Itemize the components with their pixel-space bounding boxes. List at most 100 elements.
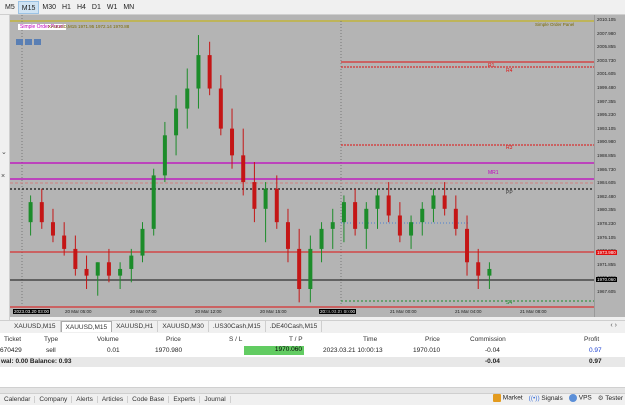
candle-body — [84, 268, 89, 276]
cell-cur-price: 1970.010 — [413, 347, 441, 354]
header-profit[interactable]: Profit — [584, 336, 599, 343]
cell-tp[interactable]: 1970.060 — [244, 346, 304, 355]
timeframe-m15[interactable]: M15 — [17, 0, 40, 14]
toolbox-tab-articles[interactable]: Articles — [98, 396, 129, 403]
vps-icon — [568, 394, 577, 402]
header-time[interactable]: Time — [363, 336, 377, 343]
candle-body — [106, 262, 111, 276]
cell-profit: 0.97 — [589, 347, 602, 354]
header-tp[interactable]: T / P — [289, 336, 303, 343]
header-price[interactable]: Price — [166, 336, 181, 343]
candle-body — [319, 228, 324, 249]
toolbox-tab-code-base[interactable]: Code Base — [128, 396, 170, 403]
price-tick-label: 1984.605 — [597, 180, 616, 186]
timeframe-h1[interactable]: H1 — [59, 1, 74, 14]
chart-mini-button[interactable] — [16, 39, 23, 45]
time-tick-label: 21 Mar 04:00 — [455, 309, 482, 314]
toolbox-tab-experts[interactable]: Experts — [169, 396, 201, 403]
header-ticket[interactable]: Ticket — [4, 336, 21, 343]
chart-canvas — [10, 15, 594, 308]
timeframe-toolbar: M5 M15 M30 H1 H4 D1 W1 MN — [0, 0, 625, 15]
candle-body — [140, 228, 145, 256]
first-time-label: 2023.03.20 03:00 — [13, 309, 51, 314]
close-icon[interactable]: × — [1, 173, 5, 180]
candle-body — [476, 262, 481, 276]
vps-link[interactable]: VPS — [568, 394, 592, 402]
chevron-down-icon[interactable]: ⌄ — [1, 148, 7, 156]
candle-body — [375, 195, 380, 209]
balance-row: wal: 0.00 Balance: 0.93 -0.04 0.97 — [0, 357, 625, 367]
market-icon — [492, 394, 501, 402]
toolbox-tab-calendar[interactable]: Calendar — [0, 396, 36, 403]
chart-tab[interactable]: XAUUSD,M30 — [158, 321, 209, 332]
candle-body — [386, 195, 391, 216]
chart-tab[interactable]: .DE40Cash,M15 — [266, 321, 323, 332]
timeframe-mn[interactable]: MN — [120, 1, 137, 14]
candle-body — [442, 195, 447, 209]
price-tick-label: 1982.480 — [597, 193, 616, 199]
chart-tab[interactable]: XAUUSD,M15 — [60, 321, 113, 332]
signals-icon: ((•)) — [528, 394, 540, 402]
candle-body — [465, 228, 470, 263]
price-tick-label: 1993.105 — [597, 125, 616, 131]
market-link[interactable]: Market — [492, 394, 523, 402]
chart-tab[interactable]: XAUUSD,H1 — [112, 321, 159, 332]
candle-body — [62, 235, 67, 249]
price-tick-label: 1978.230 — [597, 221, 616, 226]
tester-link[interactable]: ⚙ Tester — [598, 394, 623, 402]
chart-symbol-info: XAUUSD,M15 1971.95 1972.14 1970.88 — [48, 24, 130, 29]
tab-scroll-arrows[interactable]: ‹ › — [610, 322, 617, 329]
header-cur-price[interactable]: Price — [425, 336, 440, 343]
left-panel-strip: ⌄ × — [0, 15, 10, 320]
price-tick-label: 2001.605 — [597, 71, 616, 77]
time-tick-label: 20 Mar 05:00 — [65, 309, 92, 314]
price-tick-label: 1967.605 — [597, 289, 616, 294]
chart-tab[interactable]: .US30Cash,M15 — [209, 321, 266, 332]
cell-volume: 0.01 — [107, 347, 120, 354]
candle-body — [364, 208, 369, 229]
level-s4: S4 — [506, 300, 513, 306]
chart-mini-button[interactable] — [25, 39, 32, 45]
tester-icon: ⚙ — [597, 395, 604, 402]
chart-tab[interactable]: XAUUSD,M15 — [10, 321, 61, 332]
toolbox-tab-alerts[interactable]: Alerts — [72, 396, 98, 403]
time-tick-label: 20 Mar 07:00 — [130, 309, 157, 314]
header-sl[interactable]: S / L — [229, 336, 242, 343]
cell-price: 1970.980 — [155, 347, 183, 354]
timeframe-m30[interactable]: M30 — [39, 1, 59, 14]
toolbox-tab-journal[interactable]: Journal — [200, 396, 231, 403]
level-r3: R3 — [506, 145, 513, 151]
candle-body — [129, 255, 134, 269]
current-price-label: 1973.980 — [596, 250, 617, 255]
candle-body — [453, 208, 458, 229]
price-chart[interactable]: Simple Order Panel XAUUSD,M15 1971.95 19… — [10, 15, 594, 317]
header-commission[interactable]: Commission — [470, 336, 506, 343]
price-tick-label: 1995.230 — [597, 112, 616, 118]
candle-body — [341, 202, 346, 223]
cell-ticket: 670429 — [0, 347, 22, 354]
timeframe-m5[interactable]: M5 — [2, 1, 18, 14]
timeframe-w1[interactable]: W1 — [104, 1, 121, 14]
time-tick-label: 20 Mar 15:00 — [260, 309, 287, 314]
candle-body — [151, 175, 156, 229]
signals-link[interactable]: ((•)) Signals — [529, 395, 563, 402]
candle-body — [218, 88, 223, 129]
timeframe-h4[interactable]: H4 — [74, 1, 89, 14]
candle-body — [185, 88, 190, 109]
price-axis[interactable]: 2010.105 2007.980 2005.855 2003.730 2001.605… — [594, 15, 625, 317]
candle-body — [431, 195, 436, 209]
price-tick-label: 1980.355 — [597, 207, 616, 213]
trade-table: Ticket Type Volume Price S / L T / P Tim… — [0, 333, 625, 391]
table-row[interactable]: 670429 sell 0.01 1970.980 1970.060 2023.… — [0, 346, 625, 356]
toolbox-tab-company[interactable]: Company — [35, 396, 73, 403]
level-r1: R1 — [488, 63, 495, 69]
chart-mini-button[interactable] — [34, 39, 41, 45]
timeframe-d1[interactable]: D1 — [89, 1, 104, 14]
candle-body — [50, 222, 55, 236]
header-volume[interactable]: Volume — [97, 336, 119, 343]
candle-body — [308, 248, 313, 289]
price-tick-label: 2007.980 — [597, 30, 616, 36]
candle-body — [39, 202, 44, 223]
candle-body — [230, 128, 235, 156]
header-type[interactable]: Type — [44, 336, 58, 343]
